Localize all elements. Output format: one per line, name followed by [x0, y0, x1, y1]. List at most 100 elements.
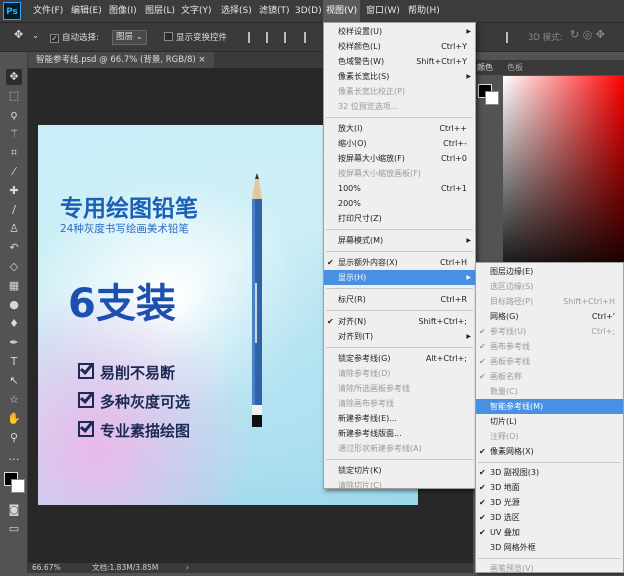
blur-tool-icon[interactable]: ●: [6, 297, 22, 313]
menu-item-label: 锁定切片(K): [338, 466, 382, 475]
eyedropper-icon[interactable]: ⁄: [6, 164, 22, 180]
menu-item-shortcut: Ctrl+-: [443, 139, 467, 148]
view_menu-item[interactable]: 显示(H) ▶: [324, 270, 475, 285]
path-select-icon[interactable]: ↖: [6, 373, 22, 389]
menu-separator: [326, 459, 473, 460]
chevron-down-icon[interactable]: ⌄: [32, 31, 39, 41]
show_menu-item: 目标路径(P) Shift+Ctrl+H: [476, 294, 623, 309]
history-brush-icon[interactable]: ↶: [6, 240, 22, 256]
show_menu-item[interactable]: 切片(L): [476, 414, 623, 429]
show_menu-item[interactable]: 网格(G) Ctrl+': [476, 309, 623, 324]
shape-tool-icon[interactable]: ☆: [6, 392, 22, 408]
view_menu-item[interactable]: 缩小(O) Ctrl+-: [324, 136, 475, 151]
clone-stamp-icon[interactable]: ♙: [6, 221, 22, 237]
hand-tool-icon[interactable]: ✋: [6, 411, 22, 427]
view_menu-item[interactable]: 按屏幕大小缩放(F) Ctrl+0: [324, 151, 475, 166]
pen-tool-icon[interactable]: ✒: [6, 335, 22, 351]
show_menu-item[interactable]: ✔ 3D 选区: [476, 510, 623, 525]
show_menu-item[interactable]: ✔ 3D 光源: [476, 495, 623, 510]
menu-select[interactable]: 选择(S): [221, 0, 252, 22]
auto-select-checkbox[interactable]: ✓ 自动选择:: [50, 31, 99, 43]
menu-3d[interactable]: 3D(D): [295, 0, 322, 22]
show_menu-item[interactable]: 智能参考线(M): [476, 399, 623, 414]
zoom-level[interactable]: 66.67%: [32, 563, 61, 573]
view_menu-item[interactable]: ✔ 显示额外内容(X) Ctrl+H: [324, 255, 475, 270]
align-middle-icon[interactable]: [266, 32, 276, 43]
view_menu-item[interactable]: 校样颜色(L) Ctrl+Y: [324, 39, 475, 54]
tab-color[interactable]: 颜色: [477, 62, 493, 73]
show_menu-item[interactable]: ✔ 3D 地面: [476, 480, 623, 495]
magic-wand-icon[interactable]: ⚚: [6, 126, 22, 142]
menu-item-shortcut: Alt+Ctrl+;: [425, 354, 467, 363]
document-info: 文档:1.83M/3.85M: [92, 563, 159, 572]
crop-tool-icon[interactable]: ⌗: [6, 145, 22, 161]
align-left-icon[interactable]: [304, 32, 314, 43]
menu-item-shortcut: Ctrl+Y: [441, 42, 467, 51]
healing-brush-icon[interactable]: ✚: [6, 183, 22, 199]
show_menu-item[interactable]: ✔ 3D 副视图(3): [476, 465, 623, 480]
menu-help[interactable]: 帮助(H): [408, 0, 440, 22]
view_menu-item[interactable]: 对齐到(T) ▶: [324, 329, 475, 344]
tab-swatches[interactable]: 色板: [507, 62, 523, 73]
view_menu-item[interactable]: 像素长宽比(S) ▶: [324, 69, 475, 84]
view_menu-item[interactable]: 打印尺寸(Z): [324, 211, 475, 226]
status-bar: 66.67% 文档:1.83M/3.85M ›: [28, 563, 473, 573]
zoom-tool-icon[interactable]: ⚲: [6, 430, 22, 446]
screen-mode-icon[interactable]: ▭: [6, 521, 22, 537]
gradient-tool-icon[interactable]: ▦: [6, 278, 22, 294]
view_menu-item[interactable]: 新建参考线(E)...: [324, 411, 475, 426]
quick-mask-icon[interactable]: ◙: [6, 502, 22, 518]
lasso-tool-icon[interactable]: ϙ: [6, 107, 22, 123]
view_menu-item[interactable]: 放大(I) Ctrl++: [324, 121, 475, 136]
align-bottom-icon[interactable]: [284, 32, 294, 43]
type-tool-icon[interactable]: T: [6, 354, 22, 370]
chevron-right-icon[interactable]: ›: [186, 563, 189, 573]
document-tab[interactable]: 智能参考线.psd @ 66.7% (背景, RGB/8) ×: [28, 52, 214, 68]
align-top-icon[interactable]: [248, 32, 258, 43]
view_menu-item[interactable]: 锁定切片(K): [324, 463, 475, 478]
menu-filter[interactable]: 滤镜(T): [259, 0, 290, 22]
view_menu-item[interactable]: ✔ 对齐(N) Shift+Ctrl+;: [324, 314, 475, 329]
view_menu-item[interactable]: 屏幕模式(M) ▶: [324, 233, 475, 248]
menu-window[interactable]: 窗口(W): [366, 0, 400, 22]
show_menu-item[interactable]: ✔ UV 叠加: [476, 525, 623, 540]
view_menu-item[interactable]: 标尺(R) Ctrl+R: [324, 292, 475, 307]
menu-file[interactable]: 文件(F): [33, 0, 63, 22]
view_menu-item[interactable]: 锁定参考线(G) Alt+Ctrl+;: [324, 351, 475, 366]
show_menu-item[interactable]: ✔ 像素网格(X): [476, 444, 623, 459]
move-tool-icon[interactable]: ✥: [14, 28, 23, 41]
close-icon[interactable]: ×: [198, 55, 205, 65]
eraser-icon[interactable]: ◇: [6, 259, 22, 275]
menu-edit[interactable]: 编辑(E): [71, 0, 102, 22]
layer-select-dropdown[interactable]: 图层 ⌄: [112, 30, 147, 45]
distribute-icon[interactable]: [506, 32, 516, 43]
view_menu-item[interactable]: 新建参考线版面...: [324, 426, 475, 441]
show_menu-item: ✔ 参考线(U) Ctrl+;: [476, 324, 623, 339]
view_menu-item[interactable]: 校样设置(U) ▶: [324, 24, 475, 39]
view_menu-item[interactable]: 100% Ctrl+1: [324, 181, 475, 196]
3d-rotate-icon[interactable]: ↻ ◎ ✥: [570, 28, 605, 41]
submenu-arrow-icon: ▶: [466, 73, 471, 80]
brush-tool-icon[interactable]: ∕: [6, 202, 22, 218]
menu-type[interactable]: 文字(Y): [181, 0, 212, 22]
background-color-swatch[interactable]: [11, 479, 25, 493]
menu-item-label: 选区边缘(S): [490, 282, 534, 291]
view_menu-item[interactable]: 色域警告(W) Shift+Ctrl+Y: [324, 54, 475, 69]
checkbox-icon: [78, 392, 94, 408]
show_menu-item[interactable]: 图层边缘(E): [476, 264, 623, 279]
menu-image[interactable]: 图像(I): [109, 0, 137, 22]
view_menu-item[interactable]: 200%: [324, 196, 475, 211]
move-tool-icon[interactable]: ✥: [6, 69, 22, 85]
menu-item-shortcut: Shift+Ctrl+;: [418, 317, 467, 326]
show_menu-item[interactable]: 3D 网格外框: [476, 540, 623, 555]
dodge-tool-icon[interactable]: ♦: [6, 316, 22, 332]
background-color-swatch[interactable]: [485, 91, 499, 105]
menu-item-label: 3D 副视图(3): [490, 468, 540, 477]
marquee-tool-icon[interactable]: ⬚: [6, 88, 22, 104]
more-tools-icon[interactable]: …: [6, 449, 22, 465]
color-picker-field[interactable]: [503, 76, 624, 286]
menu-layer[interactable]: 图层(L): [145, 0, 175, 22]
show-transform-checkbox[interactable]: 显示变换控件: [164, 31, 227, 43]
menu-view[interactable]: 视图(V): [323, 0, 361, 22]
art-big-text: 6支装: [68, 281, 176, 327]
